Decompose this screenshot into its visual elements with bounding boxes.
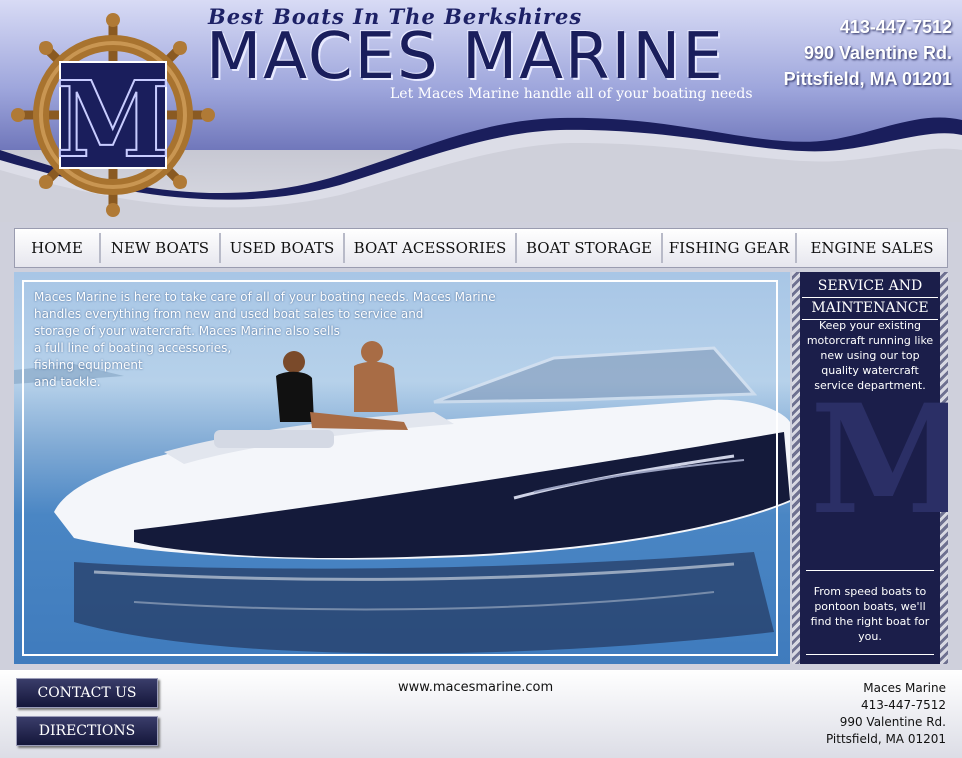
nav-boat-accessories[interactable]: BOAT ACESSORIES	[345, 233, 517, 263]
service-title-line1: SERVICE AND	[802, 276, 938, 298]
brand-title: MACES MARINE	[206, 20, 725, 94]
ship-wheel-logo[interactable]: M	[8, 10, 218, 220]
footer-city: Pittsfield, MA 01201	[825, 732, 946, 746]
hero-image: Maces Marine is here to take care of all…	[14, 272, 790, 664]
header-city: Pittsfield, MA 01201	[783, 69, 952, 89]
footer-company: Maces Marine	[863, 681, 946, 695]
footer-address: Maces Marine 413-447-7512 990 Valentine …	[826, 680, 946, 748]
hero-line: and tackle.	[34, 375, 101, 389]
service-description: Keep your existing motorcraft running li…	[806, 319, 934, 392]
footer-street: 990 Valentine Rd.	[839, 715, 946, 729]
main-nav: HOME NEW BOATS USED BOATS BOAT ACESSORIE…	[14, 228, 948, 268]
header-banner: Best Boats In The Berkshires MACES MARIN…	[0, 0, 962, 222]
panel-divider	[806, 570, 934, 571]
directions-button[interactable]: DIRECTIONS	[16, 716, 158, 746]
footer-phone: 413-447-7512	[860, 698, 946, 712]
nav-engine-sales[interactable]: ENGINE SALES	[797, 233, 947, 263]
header-street: 990 Valentine Rd.	[803, 43, 952, 63]
hero-line: a full line of boating accessories,	[34, 341, 232, 355]
rope-border-left	[792, 272, 800, 664]
hero-line: fishing equipment	[34, 358, 143, 372]
watermark-letter: M	[810, 372, 948, 548]
hero-line: storage of your watercraft. Maces Marine…	[34, 324, 340, 338]
nav-boat-storage[interactable]: BOAT STORAGE	[517, 233, 663, 263]
nav-new-boats[interactable]: NEW BOATS	[101, 233, 221, 263]
header-phone: 413-447-7512	[839, 17, 952, 37]
service-panel: M SERVICE AND MAINTENANCE Keep your exis…	[792, 272, 948, 664]
header-slogan: Let Maces Marine handle all of your boat…	[390, 86, 753, 102]
logo-letter: M	[55, 58, 170, 181]
panel-divider	[806, 654, 934, 655]
boat-finder-text: From speed boats to pontoon boats, we'll…	[810, 585, 930, 643]
nav-home[interactable]: HOME	[15, 233, 101, 263]
nav-used-boats[interactable]: USED BOATS	[221, 233, 345, 263]
header-contact: 413-447-7512 990 Valentine Rd. Pittsfiel…	[784, 14, 952, 92]
hero-intro: Maces Marine is here to take care of all…	[34, 289, 496, 391]
hero-line: Maces Marine is here to take care of all…	[34, 290, 496, 304]
page: Best Boats In The Berkshires MACES MARIN…	[0, 0, 962, 758]
service-title[interactable]: SERVICE AND MAINTENANCE	[802, 276, 938, 320]
hero-line: handles everything from new and used boa…	[34, 307, 424, 321]
footer: CONTACT US DIRECTIONS www.macesmarine.co…	[0, 670, 962, 758]
contact-us-button[interactable]: CONTACT US	[16, 678, 158, 708]
website-link[interactable]: www.macesmarine.com	[398, 680, 553, 695]
nav-fishing-gear[interactable]: FISHING GEAR	[663, 233, 797, 263]
service-title-line2: MAINTENANCE	[802, 298, 938, 320]
